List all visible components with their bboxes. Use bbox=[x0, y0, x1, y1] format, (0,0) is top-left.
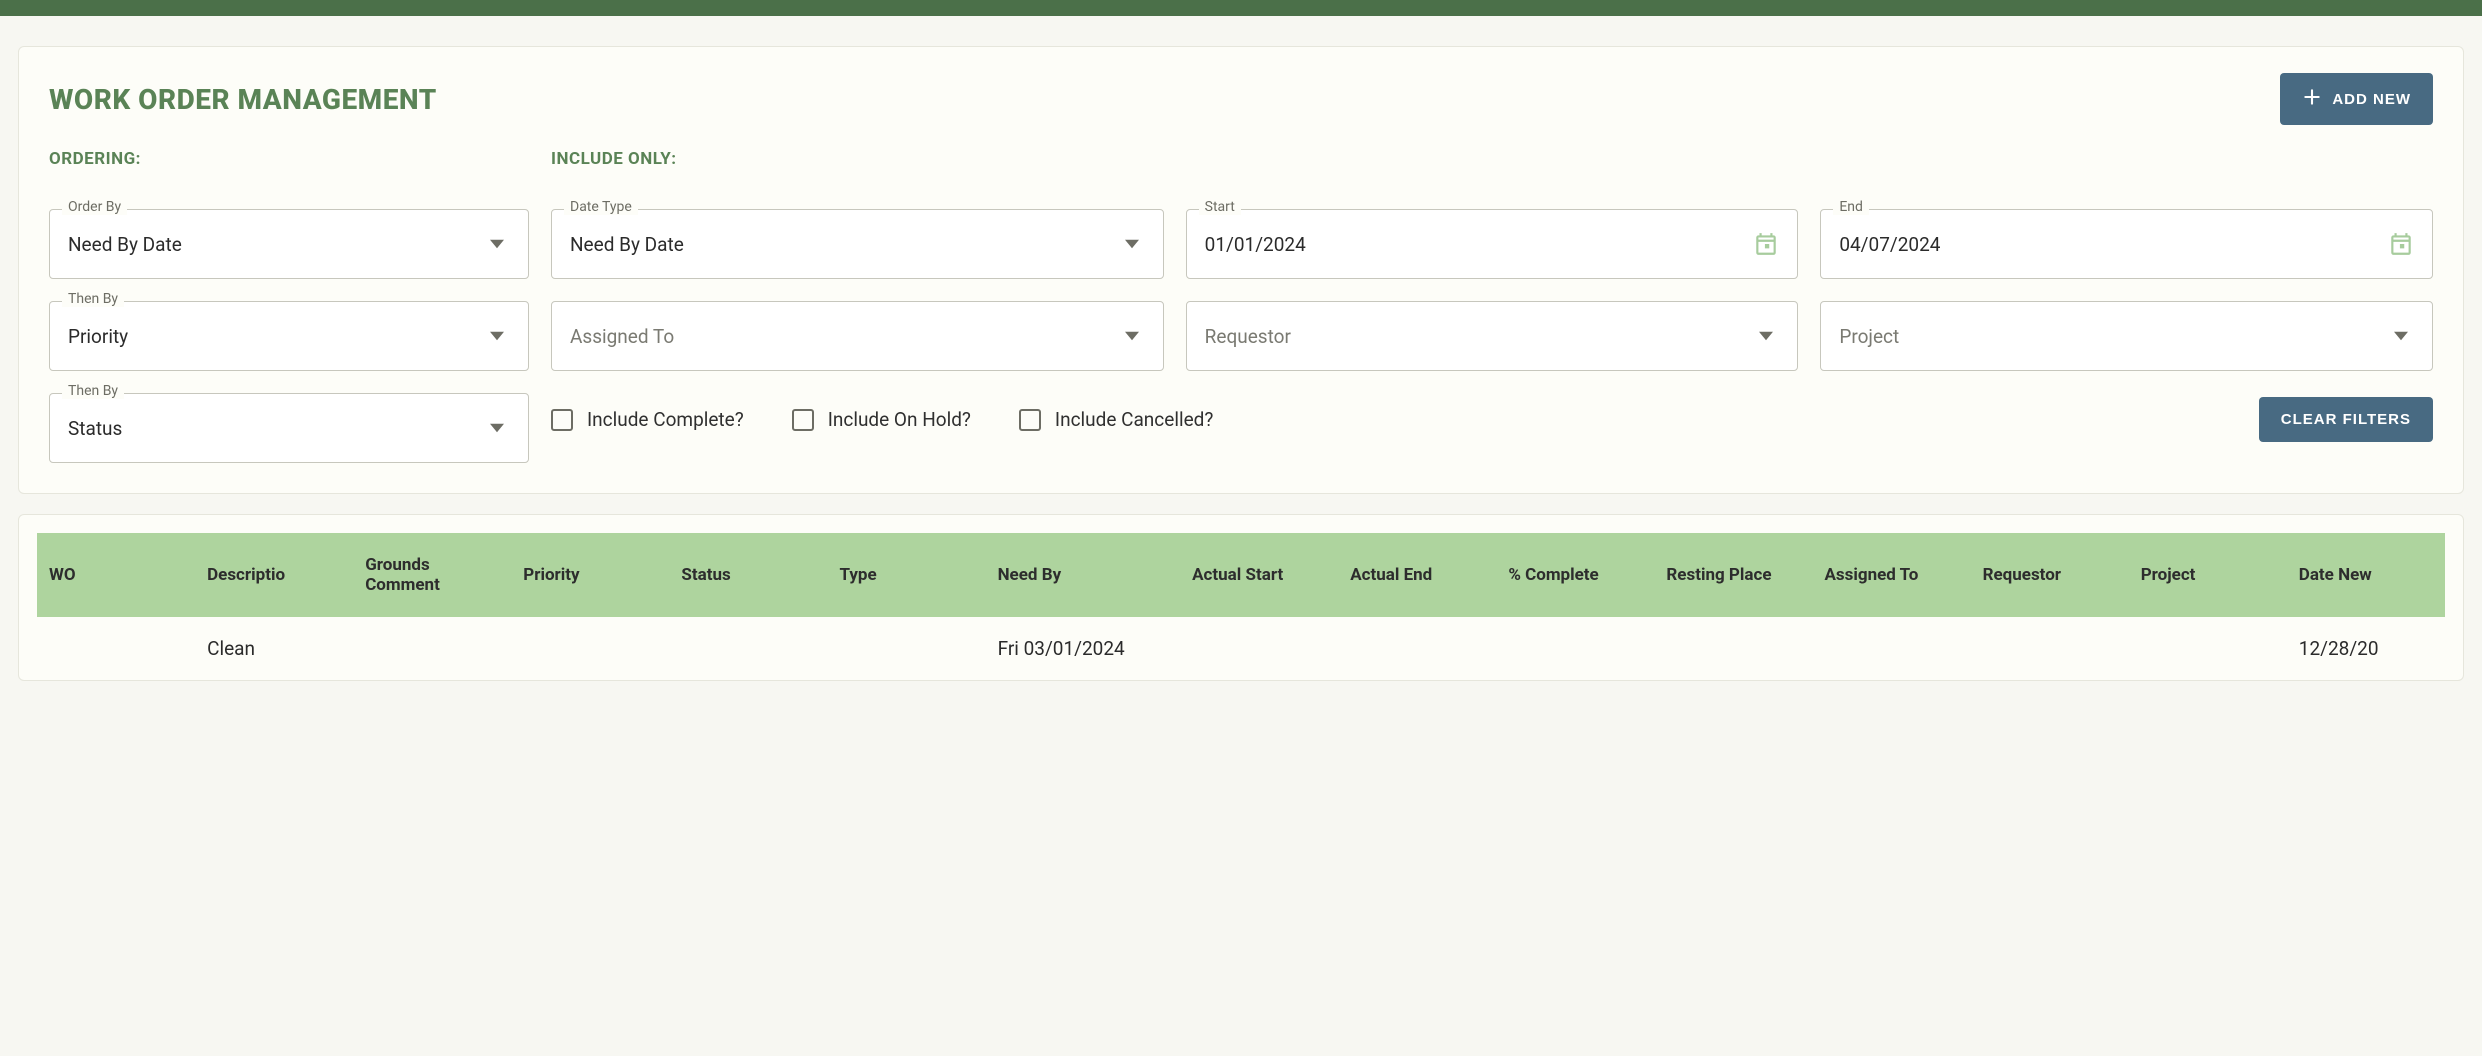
top-bar bbox=[0, 0, 2482, 16]
col-priority[interactable]: Priority bbox=[511, 533, 669, 617]
chevron-down-icon bbox=[1119, 231, 1145, 257]
checkbox-icon bbox=[551, 409, 573, 431]
chevron-down-icon bbox=[484, 231, 510, 257]
requestor-select[interactable]: Requestor bbox=[1186, 301, 1799, 371]
clear-filters-label: CLEAR FILTERS bbox=[2281, 411, 2411, 428]
col-date-new[interactable]: Date New bbox=[2287, 533, 2445, 617]
col-status[interactable]: Status bbox=[669, 533, 827, 617]
table-row[interactable]: Clean Fri 03/01/2024 12/28/20 bbox=[37, 617, 2445, 680]
work-order-table: WO Descriptio Grounds Comment Priority S… bbox=[37, 533, 2445, 680]
project-placeholder: Project bbox=[1839, 325, 2388, 348]
chevron-down-icon bbox=[2388, 323, 2414, 349]
col-grounds-comment[interactable]: Grounds Comment bbox=[353, 533, 511, 617]
include-cancelled-checkbox[interactable]: Include Cancelled? bbox=[1019, 408, 1213, 431]
date-type-label: Date Type bbox=[564, 199, 638, 215]
checkbox-icon bbox=[1019, 409, 1041, 431]
chevron-down-icon bbox=[1119, 323, 1145, 349]
col-project[interactable]: Project bbox=[2129, 533, 2287, 617]
calendar-icon[interactable] bbox=[1753, 231, 1779, 257]
chevron-down-icon bbox=[484, 323, 510, 349]
project-select[interactable]: Project bbox=[1820, 301, 2433, 371]
then-by-1-select[interactable]: Then By Priority bbox=[49, 301, 529, 371]
col-resting-place[interactable]: Resting Place bbox=[1654, 533, 1812, 617]
include-cancelled-label: Include Cancelled? bbox=[1055, 408, 1213, 431]
cell-description: Clean bbox=[195, 617, 353, 680]
plus-icon bbox=[2302, 87, 2322, 111]
col-requestor[interactable]: Requestor bbox=[1971, 533, 2129, 617]
date-type-value: Need By Date bbox=[570, 233, 1119, 256]
requestor-placeholder: Requestor bbox=[1205, 325, 1754, 348]
cell-type bbox=[827, 617, 985, 680]
cell-priority bbox=[511, 617, 669, 680]
then-by-2-select[interactable]: Then By Status bbox=[49, 393, 529, 463]
checkbox-icon bbox=[792, 409, 814, 431]
order-by-value: Need By Date bbox=[68, 233, 484, 256]
col-assigned-to[interactable]: Assigned To bbox=[1813, 533, 1971, 617]
cell-resting-place bbox=[1654, 617, 1812, 680]
then-by-2-value: Status bbox=[68, 417, 484, 440]
col-description[interactable]: Descriptio bbox=[195, 533, 353, 617]
table-header-row: WO Descriptio Grounds Comment Priority S… bbox=[37, 533, 2445, 617]
add-new-label: ADD NEW bbox=[2332, 91, 2411, 108]
assigned-to-placeholder: Assigned To bbox=[570, 325, 1119, 348]
calendar-icon[interactable] bbox=[2388, 231, 2414, 257]
col-need-by[interactable]: Need By bbox=[986, 533, 1181, 617]
col-wo[interactable]: WO bbox=[37, 533, 195, 617]
assigned-to-select[interactable]: Assigned To bbox=[551, 301, 1164, 371]
include-on-hold-checkbox[interactable]: Include On Hold? bbox=[792, 408, 971, 431]
include-on-hold-label: Include On Hold? bbox=[828, 408, 971, 431]
end-date-value: 04/07/2024 bbox=[1839, 233, 2388, 256]
col-type[interactable]: Type bbox=[827, 533, 985, 617]
cell-percent-complete bbox=[1496, 617, 1654, 680]
include-section-label: INCLUDE ONLY: bbox=[551, 149, 2433, 169]
ordering-section-label: ORDERING: bbox=[49, 149, 529, 169]
add-new-button[interactable]: ADD NEW bbox=[2280, 73, 2433, 125]
cell-project bbox=[2129, 617, 2287, 680]
order-by-select[interactable]: Order By Need By Date bbox=[49, 209, 529, 279]
then-by-1-value: Priority bbox=[68, 325, 484, 348]
cell-requestor bbox=[1971, 617, 2129, 680]
col-actual-start[interactable]: Actual Start bbox=[1180, 533, 1338, 617]
cell-date-new: 12/28/20 bbox=[2287, 617, 2445, 680]
chevron-down-icon bbox=[1753, 323, 1779, 349]
cell-wo bbox=[37, 617, 195, 680]
cell-actual-start bbox=[1180, 617, 1338, 680]
include-complete-checkbox[interactable]: Include Complete? bbox=[551, 408, 744, 431]
page-title: WORK ORDER MANAGEMENT bbox=[49, 83, 437, 116]
include-complete-label: Include Complete? bbox=[587, 408, 744, 431]
date-type-select[interactable]: Date Type Need By Date bbox=[551, 209, 1164, 279]
cell-assigned-to bbox=[1813, 617, 1971, 680]
then-by-2-label: Then By bbox=[62, 383, 124, 399]
results-card: WO Descriptio Grounds Comment Priority S… bbox=[18, 514, 2464, 681]
start-date-input[interactable]: Start 01/01/2024 bbox=[1186, 209, 1799, 279]
cell-grounds-comment bbox=[353, 617, 511, 680]
col-actual-end[interactable]: Actual End bbox=[1338, 533, 1496, 617]
cell-need-by: Fri 03/01/2024 bbox=[986, 617, 1181, 680]
end-date-input[interactable]: End 04/07/2024 bbox=[1820, 209, 2433, 279]
clear-filters-button[interactable]: CLEAR FILTERS bbox=[2259, 397, 2433, 442]
cell-actual-end bbox=[1338, 617, 1496, 680]
order-by-label: Order By bbox=[62, 199, 127, 215]
then-by-1-label: Then By bbox=[62, 291, 124, 307]
chevron-down-icon bbox=[484, 415, 510, 441]
end-date-label: End bbox=[1833, 199, 1869, 215]
start-date-value: 01/01/2024 bbox=[1205, 233, 1754, 256]
col-percent-complete[interactable]: % Complete bbox=[1496, 533, 1654, 617]
filters-card: WORK ORDER MANAGEMENT ADD NEW ORDERING: … bbox=[18, 46, 2464, 494]
cell-status bbox=[669, 617, 827, 680]
start-date-label: Start bbox=[1199, 199, 1241, 215]
